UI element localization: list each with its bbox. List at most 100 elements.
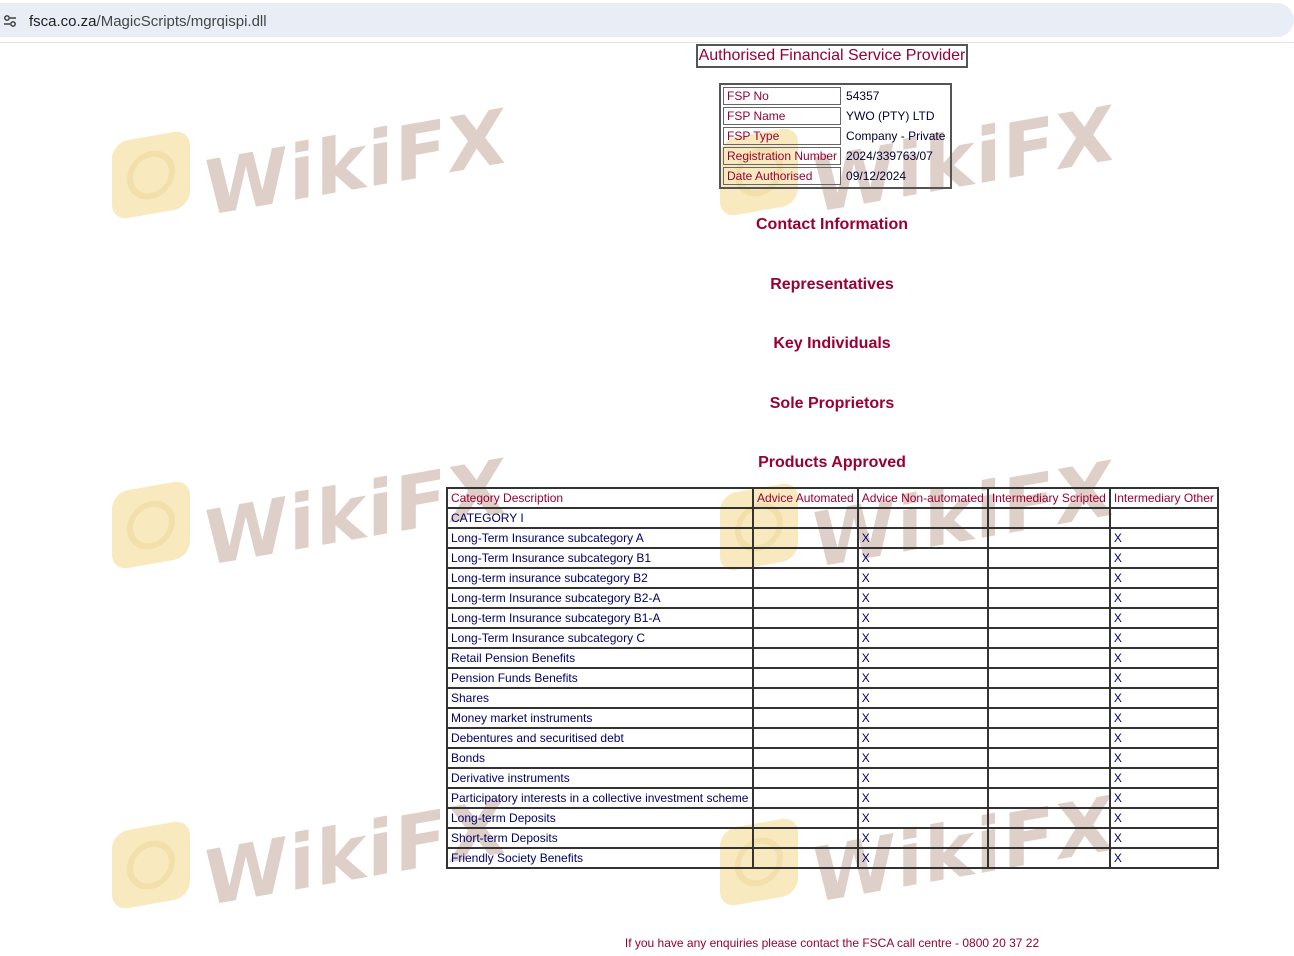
products-approved-heading: Products Approved	[758, 454, 906, 471]
approval-cell: X	[856, 667, 989, 689]
info-value: YWO (PTY) LTD	[846, 109, 935, 123]
table-row: Long-Term Insurance subcategory A X X	[446, 527, 1219, 549]
approval-cell: X	[856, 567, 989, 589]
approval-cell	[752, 647, 859, 669]
approval-cell: X	[1108, 527, 1219, 549]
category-cell: Retail Pension Benefits	[446, 647, 754, 669]
approval-cell	[986, 847, 1111, 869]
table-row: CATEGORY I	[446, 507, 1219, 529]
category-cell: Participatory interests in a collective …	[446, 787, 754, 809]
info-row: FSP Type Company - Private	[723, 127, 948, 145]
table-row: Short-term Deposits X X	[446, 827, 1219, 849]
approval-cell	[986, 507, 1111, 529]
info-row: FSP Name YWO (PTY) LTD	[723, 107, 948, 125]
approval-cell: X	[1108, 787, 1219, 809]
approval-cell: X	[1108, 607, 1219, 629]
approval-cell	[752, 767, 859, 789]
info-value: 09/12/2024	[846, 169, 907, 183]
approval-cell	[752, 747, 859, 769]
column-header: Intermediary Other	[1108, 487, 1219, 509]
eagle-logo-icon	[112, 479, 190, 571]
approval-cell	[986, 707, 1111, 729]
info-label: FSP Name	[723, 107, 842, 125]
url-text[interactable]: fsca.co.za/MagicScripts/mgrqispi.dll	[29, 13, 267, 30]
info-label: Registration Number	[723, 147, 842, 165]
approval-cell	[752, 607, 859, 629]
category-cell: Long-Term Insurance subcategory A	[446, 527, 754, 549]
table-row: Long-term Deposits X X	[446, 807, 1219, 829]
approval-cell	[986, 687, 1111, 709]
approval-cell	[986, 667, 1111, 689]
approval-cell: X	[1108, 747, 1219, 769]
info-row: Registration Number 2024/339763/07	[723, 147, 948, 165]
key-individuals-link[interactable]: Key Individuals	[680, 335, 984, 353]
approval-cell	[752, 667, 859, 689]
info-value: 54357	[846, 89, 880, 103]
info-value: 2024/339763/07	[846, 149, 933, 163]
approval-cell: X	[856, 687, 989, 709]
approval-cell	[752, 587, 859, 609]
info-label: FSP No	[723, 87, 842, 105]
approval-cell	[986, 547, 1111, 569]
approval-cell: X	[1108, 847, 1219, 869]
table-row: Long-Term Insurance subcategory B1 X X	[446, 547, 1219, 569]
approval-cell	[986, 647, 1111, 669]
approval-cell	[986, 607, 1111, 629]
approval-cell: X	[1108, 647, 1219, 669]
approval-cell: X	[1108, 727, 1219, 749]
sole-proprietors-link[interactable]: Sole Proprietors	[680, 395, 984, 413]
representatives-link[interactable]: Representatives	[680, 276, 984, 294]
table-row: Bonds X X	[446, 747, 1219, 769]
approval-cell: X	[856, 727, 989, 749]
approval-cell: X	[1108, 707, 1219, 729]
category-cell: Long-term insurance subcategory B2	[446, 567, 754, 589]
table-row: Participatory interests in a collective …	[446, 787, 1219, 809]
approval-cell	[986, 807, 1111, 829]
page-title: Authorised Financial Service Provider	[696, 44, 968, 68]
url-path: /MagicScripts/mgrqispi.dll	[96, 13, 267, 30]
approval-cell: X	[856, 707, 989, 729]
category-cell: Derivative instruments	[446, 767, 754, 789]
table-row: Long-term Insurance subcategory B2-A X X	[446, 587, 1219, 609]
approval-cell	[986, 767, 1111, 789]
approval-cell	[986, 727, 1111, 749]
category-cell: Long-term Insurance subcategory B1-A	[446, 607, 754, 629]
approval-cell: X	[856, 847, 989, 869]
approval-cell	[752, 687, 859, 709]
approval-cell	[1108, 507, 1219, 529]
approval-cell	[752, 507, 859, 529]
approval-cell: X	[856, 647, 989, 669]
approval-cell: X	[856, 627, 989, 649]
eagle-logo-icon	[112, 819, 190, 911]
wikifx-watermark: WikiFX	[112, 441, 507, 584]
table-header-row: Category Description Advice Automated Ad…	[446, 487, 1219, 509]
table-row: Money market instruments X X	[446, 707, 1219, 729]
table-row: Long-term Insurance subcategory B1-A X X	[446, 607, 1219, 629]
approval-cell: X	[856, 587, 989, 609]
category-cell: Short-term Deposits	[446, 827, 754, 849]
info-label: Date Authorised	[723, 167, 842, 185]
browser-address-bar: fsca.co.za/MagicScripts/mgrqispi.dll	[0, 0, 1294, 43]
category-cell: Friendly Society Benefits	[446, 847, 754, 869]
approval-cell	[752, 847, 859, 869]
category-cell: Bonds	[446, 747, 754, 769]
approval-cell	[752, 827, 859, 849]
footer-contact-text: If you have any enquiries please contact…	[624, 936, 1040, 950]
approval-cell: X	[856, 827, 989, 849]
approval-cell: X	[856, 787, 989, 809]
category-cell: Money market instruments	[446, 707, 754, 729]
approval-cell: X	[856, 747, 989, 769]
table-row: Long-term insurance subcategory B2 X X	[446, 567, 1219, 589]
approval-cell	[986, 587, 1111, 609]
approval-cell	[986, 567, 1111, 589]
category-cell: Shares	[446, 687, 754, 709]
approval-cell	[752, 547, 859, 569]
tune-icon[interactable]	[3, 14, 17, 28]
approval-cell	[752, 627, 859, 649]
url-field[interactable]: fsca.co.za/MagicScripts/mgrqispi.dll	[0, 3, 1294, 37]
wikifx-watermark: WikiFX	[112, 781, 507, 924]
approval-cell	[986, 627, 1111, 649]
contact-information-link[interactable]: Contact Information	[680, 216, 984, 234]
info-row: Date Authorised 09/12/2024	[723, 167, 948, 185]
approval-cell: X	[1108, 827, 1219, 849]
